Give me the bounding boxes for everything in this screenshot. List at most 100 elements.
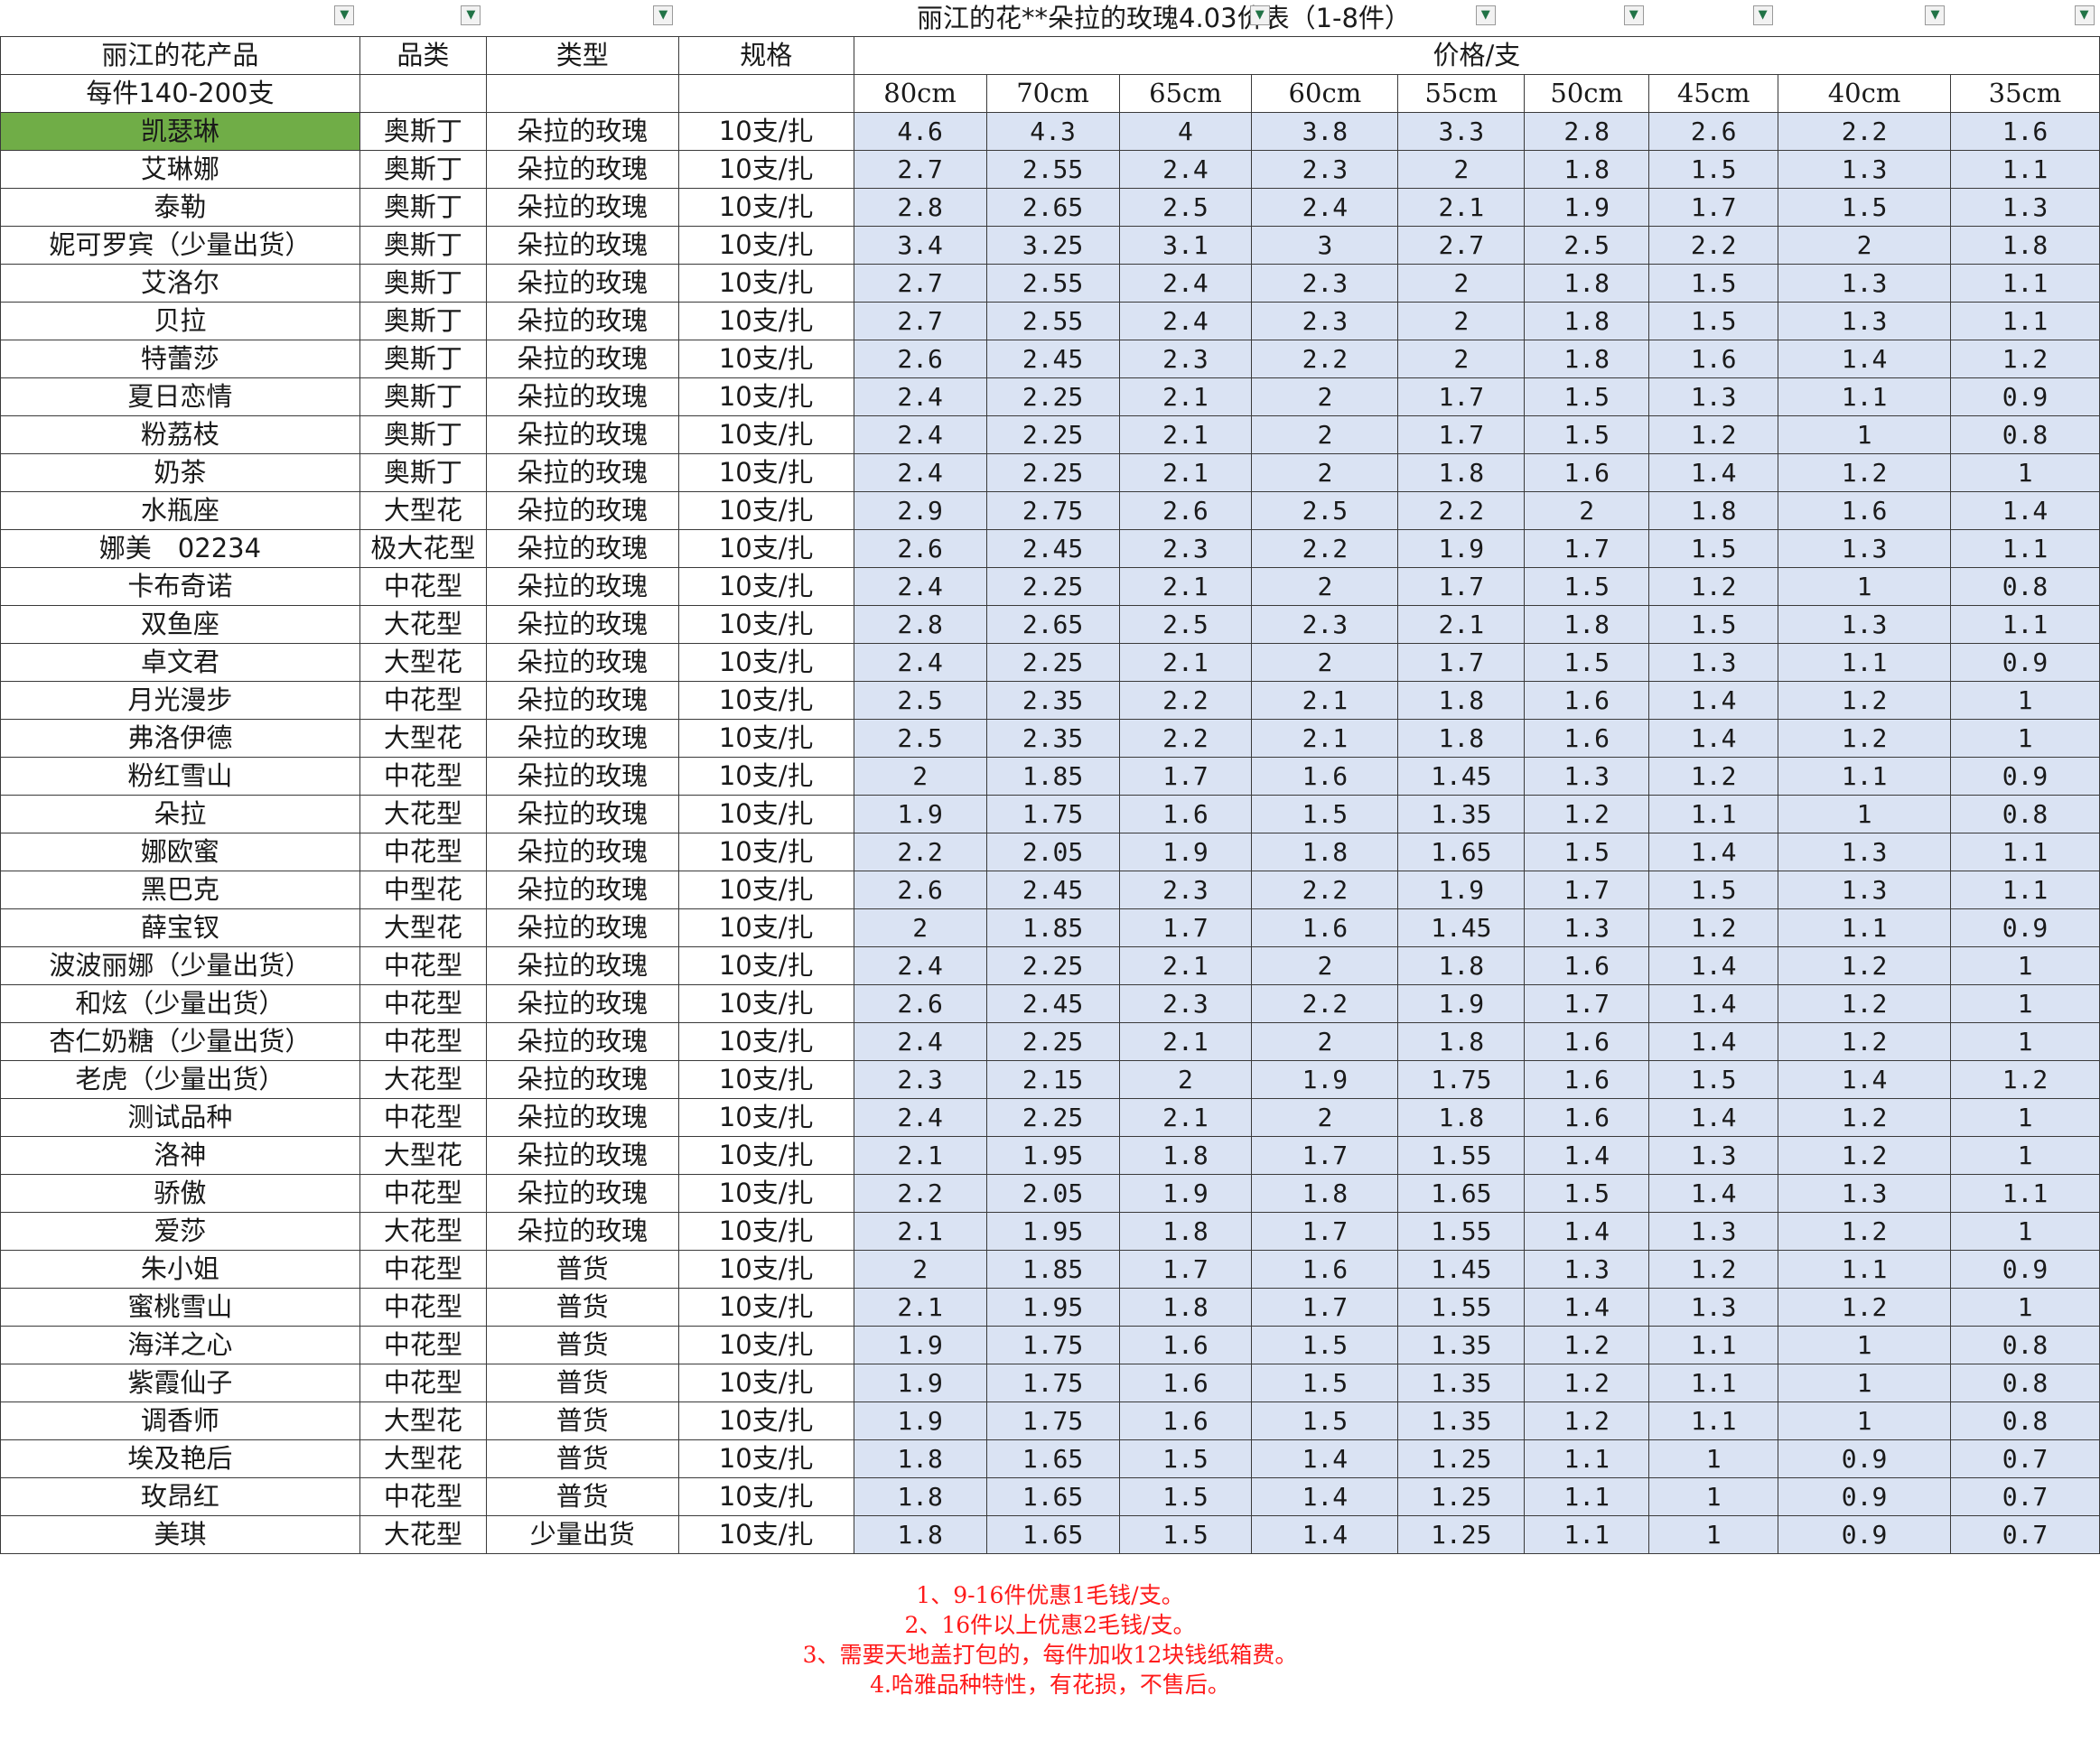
price-cell[interactable]: 1.6	[1251, 757, 1399, 796]
price-cell[interactable]: 1.1	[1648, 1401, 1779, 1440]
price-cell[interactable]: 2.6	[1118, 491, 1253, 530]
price-cell[interactable]: 3.1	[1118, 226, 1253, 265]
category-cell[interactable]: 中花型	[359, 1326, 487, 1364]
price-cell[interactable]: 1.4	[1949, 491, 2100, 530]
price-cell[interactable]: 2.45	[985, 340, 1120, 378]
type-cell[interactable]: 普货	[485, 1364, 679, 1402]
price-cell[interactable]: 1.7	[1251, 1288, 1399, 1327]
product-name-cell[interactable]: 玫昂红	[0, 1477, 360, 1516]
price-cell[interactable]: 1.4	[1524, 1136, 1650, 1175]
price-cell[interactable]: 0.9	[1778, 1515, 1951, 1554]
price-cell[interactable]: 1.7	[1118, 908, 1253, 947]
price-cell[interactable]: 1.2	[1648, 757, 1779, 796]
price-cell[interactable]: 1.5	[1778, 188, 1951, 227]
price-cell[interactable]: 2.7	[853, 150, 987, 189]
category-cell[interactable]: 奥斯丁	[359, 150, 487, 189]
price-cell[interactable]: 1.5	[1118, 1439, 1253, 1478]
category-cell[interactable]: 大型花	[359, 1136, 487, 1175]
price-cell[interactable]: 2.3	[1118, 529, 1253, 568]
type-cell[interactable]: 普货	[485, 1477, 679, 1516]
price-cell[interactable]: 2.4	[1118, 302, 1253, 340]
price-cell[interactable]: 0.8	[1949, 795, 2100, 833]
price-cell[interactable]: 2.2	[1778, 112, 1951, 151]
category-cell[interactable]: 中花型	[359, 757, 487, 796]
price-cell[interactable]: 4.3	[985, 112, 1120, 151]
price-cell[interactable]: 1.5	[1251, 1401, 1399, 1440]
price-cell[interactable]: 2.45	[985, 871, 1120, 909]
price-cell[interactable]: 1.7	[1397, 415, 1526, 454]
price-cell[interactable]: 1.4	[1648, 984, 1779, 1023]
price-cell[interactable]: 1.85	[985, 757, 1120, 796]
price-cell[interactable]: 1.6	[1118, 1401, 1253, 1440]
type-cell[interactable]: 朵拉的玫瑰	[485, 112, 679, 151]
price-cell[interactable]: 1.2	[1524, 1326, 1650, 1364]
price-cell[interactable]: 2.2	[853, 1174, 987, 1213]
spec-cell[interactable]: 10支/扎	[677, 1439, 854, 1478]
type-cell[interactable]: 朵拉的玫瑰	[485, 681, 679, 720]
price-cell[interactable]: 1.8	[1524, 302, 1650, 340]
price-cell[interactable]: 1.1	[1949, 529, 2100, 568]
type-cell[interactable]: 朵拉的玫瑰	[485, 340, 679, 378]
spec-cell[interactable]: 10支/扎	[677, 377, 854, 416]
price-cell[interactable]: 0.9	[1949, 643, 2100, 682]
category-cell[interactable]: 大花型	[359, 1212, 487, 1251]
price-cell[interactable]: 1	[1949, 946, 2100, 985]
dropdown-arrow-icon[interactable]: ▼	[653, 5, 674, 25]
price-cell[interactable]: 1	[1648, 1439, 1779, 1478]
dropdown-arrow-icon[interactable]: ▼	[1475, 5, 1496, 25]
price-cell[interactable]: 1.75	[985, 1401, 1120, 1440]
price-cell[interactable]: 2.5	[1251, 491, 1399, 530]
price-cell[interactable]: 1.3	[1778, 833, 1951, 871]
price-cell[interactable]: 1.9	[1118, 1174, 1253, 1213]
price-cell[interactable]: 0.8	[1949, 1401, 2100, 1440]
type-cell[interactable]: 普货	[485, 1439, 679, 1478]
price-cell[interactable]: 1.85	[985, 1250, 1120, 1289]
product-name-cell[interactable]: 双鱼座	[0, 605, 360, 644]
price-cell[interactable]: 2	[1251, 643, 1399, 682]
price-cell[interactable]: 1.8	[853, 1515, 987, 1554]
type-cell[interactable]: 朵拉的玫瑰	[485, 908, 679, 947]
type-cell[interactable]: 朵拉的玫瑰	[485, 1022, 679, 1061]
product-name-cell[interactable]: 夏日恋情	[0, 377, 360, 416]
spec-cell[interactable]: 10支/扎	[677, 833, 854, 871]
price-cell[interactable]: 1.95	[985, 1136, 1120, 1175]
price-cell[interactable]: 2	[1397, 302, 1526, 340]
price-cell[interactable]: 1.8	[1949, 226, 2100, 265]
product-name-cell[interactable]: 蜜桃雪山	[0, 1288, 360, 1327]
price-cell[interactable]: 1.9	[853, 795, 987, 833]
product-name-cell[interactable]: 卡布奇诺	[0, 567, 360, 606]
product-name-cell[interactable]: 测试品种	[0, 1098, 360, 1137]
price-cell[interactable]: 1.9	[1524, 188, 1650, 227]
price-cell[interactable]: 0.9	[1949, 908, 2100, 947]
type-cell[interactable]: 朵拉的玫瑰	[485, 643, 679, 682]
price-cell[interactable]: 1	[1778, 1401, 1951, 1440]
category-cell[interactable]: 中花型	[359, 833, 487, 871]
price-cell[interactable]: 1.8	[1118, 1212, 1253, 1251]
category-cell[interactable]: 中花型	[359, 1250, 487, 1289]
price-cell[interactable]: 1.5	[1524, 643, 1650, 682]
price-cell[interactable]: 2.1	[1397, 188, 1526, 227]
price-cell[interactable]: 2.65	[985, 188, 1120, 227]
price-cell[interactable]: 2.65	[985, 605, 1120, 644]
price-cell[interactable]: 1.5	[1251, 1364, 1399, 1402]
price-cell[interactable]: 1.1	[1524, 1439, 1650, 1478]
price-cell[interactable]: 1.8	[1397, 1098, 1526, 1137]
price-cell[interactable]: 1.3	[1648, 1136, 1779, 1175]
price-cell[interactable]: 1.3	[1778, 302, 1951, 340]
spec-cell[interactable]: 10支/扎	[677, 453, 854, 492]
price-cell[interactable]: 2.4	[1251, 188, 1399, 227]
price-cell[interactable]: 2.6	[853, 984, 987, 1023]
price-cell[interactable]: 1.7	[1397, 567, 1526, 606]
price-cell[interactable]: 1.5	[1648, 871, 1779, 909]
spec-cell[interactable]: 10支/扎	[677, 984, 854, 1023]
type-cell[interactable]: 朵拉的玫瑰	[485, 302, 679, 340]
dropdown-arrow-icon[interactable]: ▼	[1925, 5, 1946, 25]
price-cell[interactable]: 1.4	[1524, 1288, 1650, 1327]
price-cell[interactable]: 2.1	[1118, 415, 1253, 454]
product-name-cell[interactable]: 朵拉	[0, 795, 360, 833]
price-cell[interactable]: 2	[1251, 377, 1399, 416]
price-cell[interactable]: 1.3	[1524, 908, 1650, 947]
price-cell[interactable]: 1.65	[1397, 1174, 1526, 1213]
price-cell[interactable]: 2.2	[853, 833, 987, 871]
price-cell[interactable]: 2.4	[853, 415, 987, 454]
